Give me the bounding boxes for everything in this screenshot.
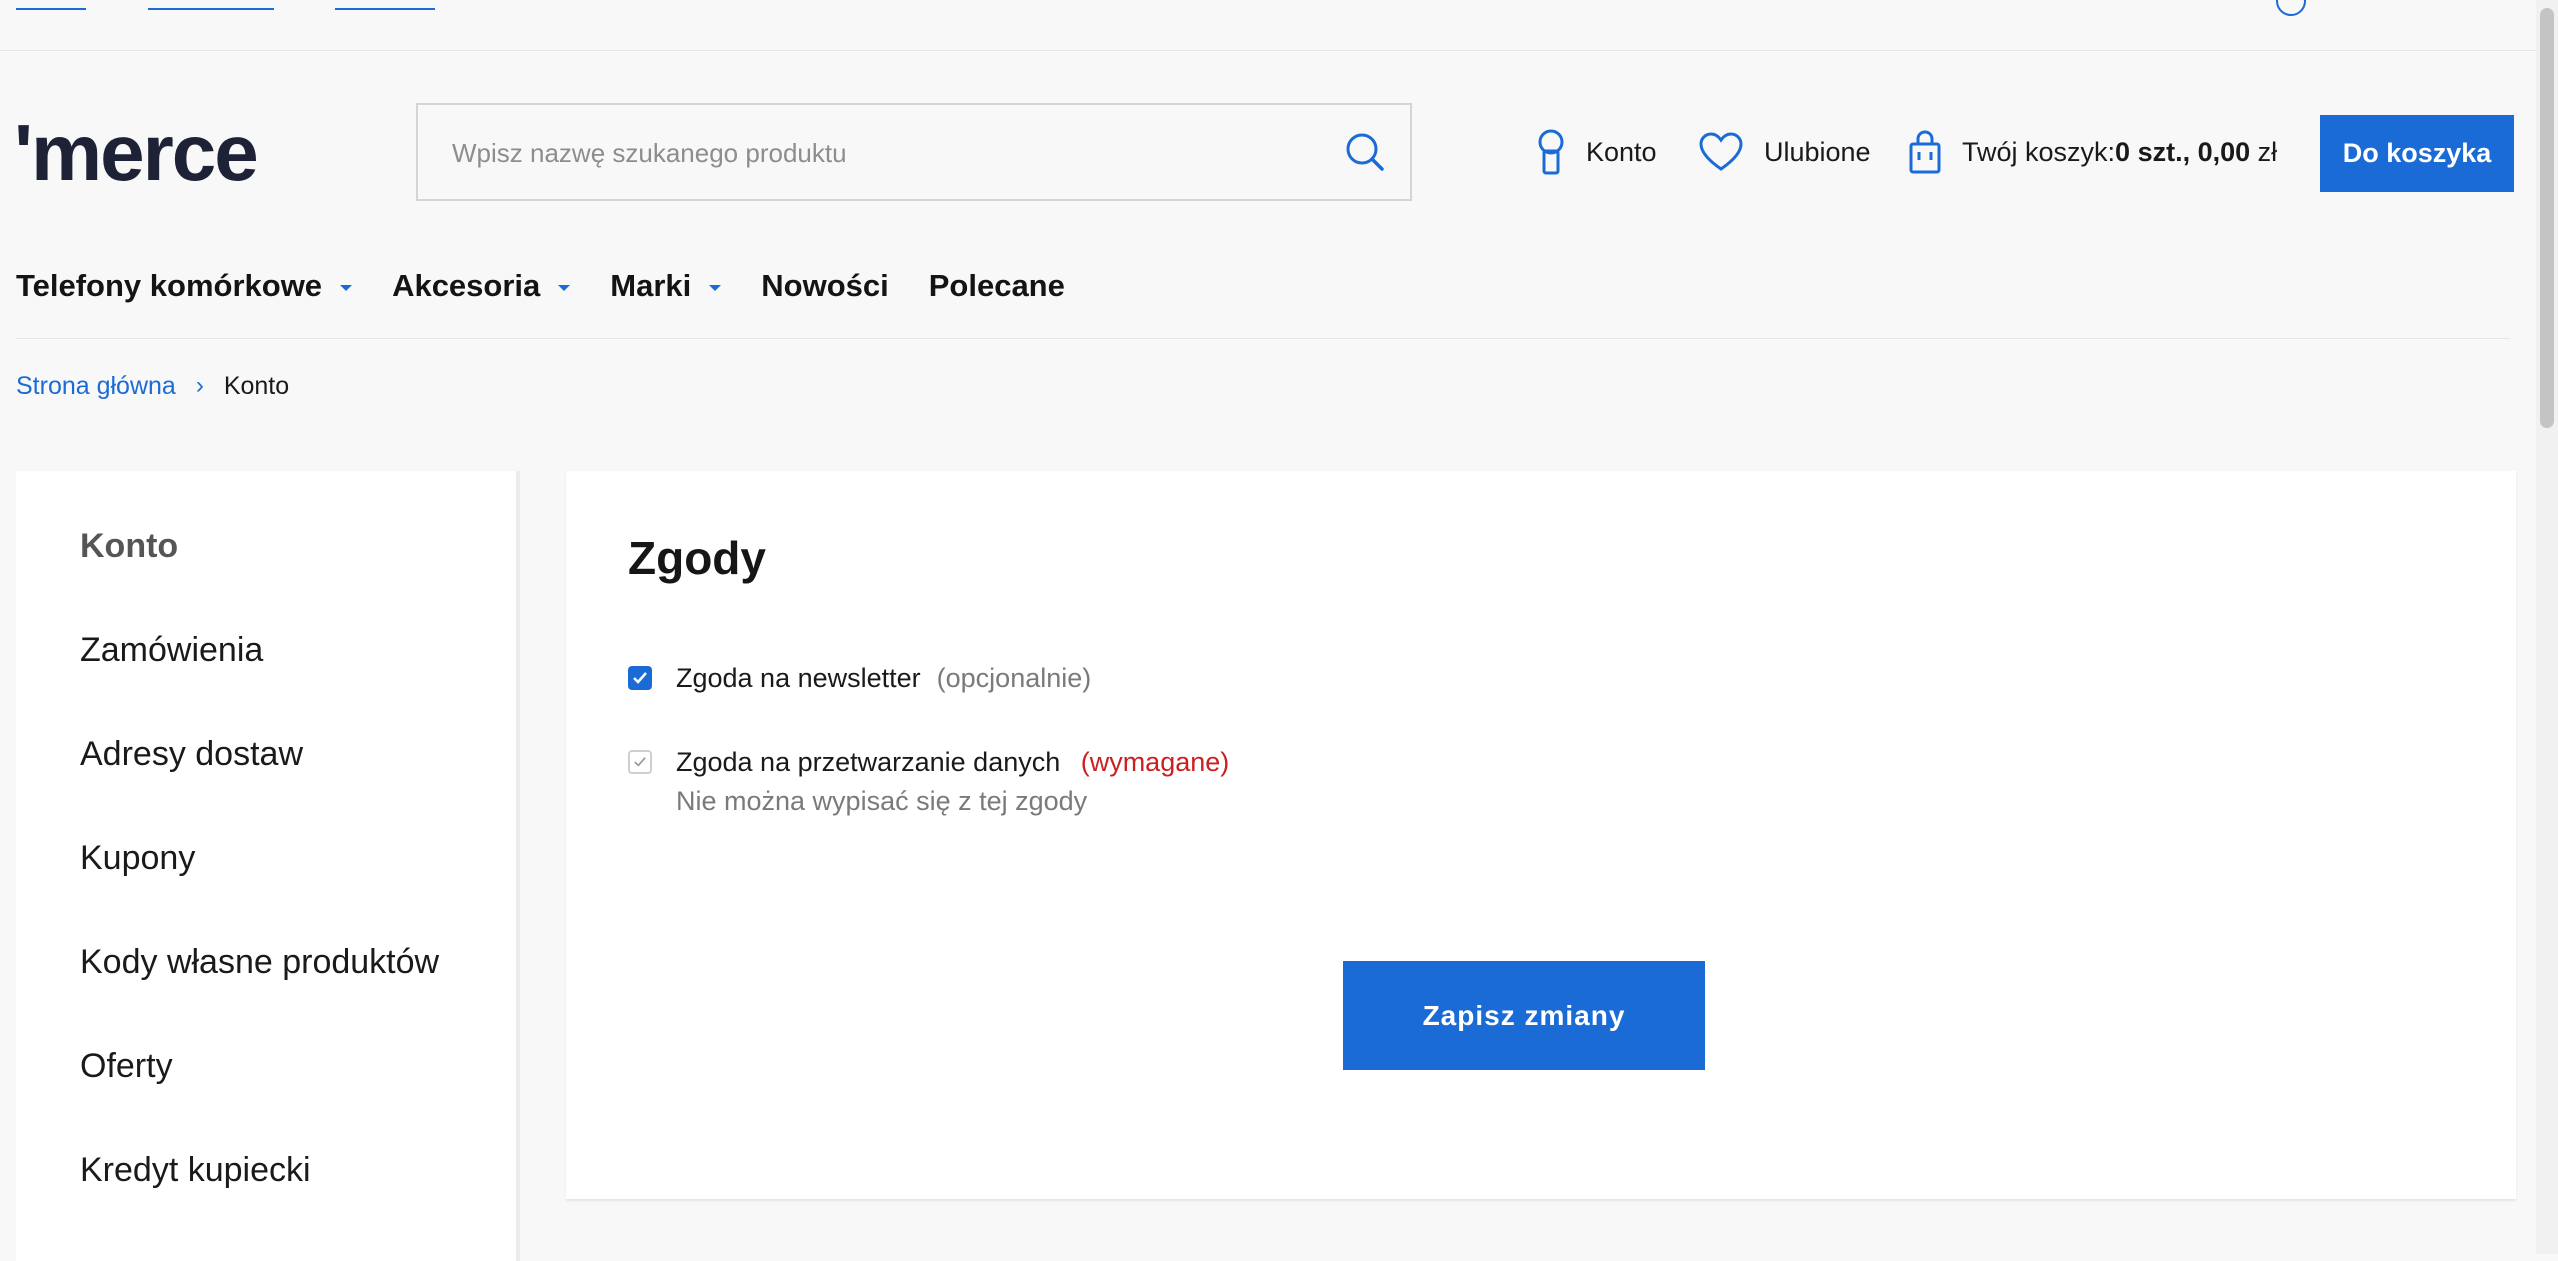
breadcrumb: Strona główna › Konto (16, 368, 289, 404)
page-title: Zgody (628, 532, 766, 584)
data-processing-note: Nie można wypisać się z tej zgody (676, 786, 1088, 816)
sidebar-item-offers[interactable]: Oferty (80, 1047, 173, 1086)
sidebar-item-account[interactable]: Konto (80, 527, 178, 566)
nav-item-recommended[interactable]: Polecane (929, 268, 1065, 304)
data-processing-checkbox (628, 750, 652, 774)
nav-label: Nowości (761, 268, 889, 303)
data-processing-text: Zgoda na przetwarzanie danych (wymagane)… (676, 747, 1229, 817)
account-link[interactable]: Konto (1536, 124, 1657, 180)
cart-currency: zł (2257, 136, 2278, 167)
data-processing-consent: Zgoda na przetwarzanie danych (wymagane)… (628, 747, 1229, 817)
checkmark-icon (633, 672, 647, 684)
scrollbar-thumb[interactable] (2540, 8, 2554, 428)
page-scrollbar[interactable] (2536, 0, 2558, 1254)
sidebar-item-orders[interactable]: Zamówienia (80, 631, 263, 670)
main-nav: Telefony komórkowe Akcesoria Marki Nowoś… (16, 258, 1105, 314)
nav-label: Marki (610, 268, 692, 303)
search-input[interactable] (450, 127, 1314, 179)
data-processing-label: Zgoda na przetwarzanie danych (676, 747, 1061, 777)
top-link-1[interactable] (16, 0, 86, 10)
search-icon[interactable] (1342, 129, 1388, 175)
search-box (416, 103, 1412, 201)
user-icon (1538, 129, 1564, 175)
nav-divider (16, 338, 2510, 339)
sidebar-item-addresses[interactable]: Adresy dostaw (80, 735, 303, 774)
sidebar-item-coupons[interactable]: Kupony (80, 839, 195, 878)
breadcrumb-current: Konto (223, 371, 290, 400)
account-sidebar: Konto Zamówienia Adresy dostaw Kupony Ko… (16, 471, 520, 1261)
nav-item-new[interactable]: Nowości (761, 268, 888, 304)
save-changes-button[interactable]: Zapisz zmiany (1343, 961, 1705, 1070)
cart-text: Twój koszyk:0 szt., 0,00 zł (1962, 137, 2277, 168)
go-to-cart-button[interactable]: Do koszyka (2320, 115, 2514, 192)
nav-item-accessories[interactable]: Akcesoria (392, 268, 571, 304)
top-link-2[interactable] (148, 0, 274, 10)
top-utility-bar (0, 0, 2540, 51)
cart-count: 0 szt., (2115, 136, 2191, 167)
heart-icon (1699, 132, 1743, 171)
newsletter-checkbox[interactable] (628, 666, 652, 690)
globe-icon[interactable] (2276, 0, 2306, 16)
nav-item-brands[interactable]: Marki (610, 268, 722, 304)
sidebar-item-product-codes[interactable]: Kody własne produktów (80, 943, 439, 982)
consents-panel: Zgody Zgoda na newsletter (opcjonalnie) … (566, 471, 2516, 1199)
sidebar-item-merchant-credit[interactable]: Kredyt kupiecki (80, 1151, 311, 1190)
caret-down-icon (340, 285, 353, 291)
shopping-bag-icon (1909, 130, 1941, 174)
account-label: Konto (1586, 136, 1657, 167)
caret-down-icon (558, 285, 571, 291)
nav-item-phones[interactable]: Telefony komórkowe (16, 268, 353, 304)
chevron-right-icon: › (195, 372, 204, 399)
nav-label: Akcesoria (392, 268, 541, 303)
favorites-label: Ulubione (1764, 136, 1871, 167)
optional-tag: (opcjonalnie) (936, 663, 1092, 693)
cart-summary[interactable]: Twój koszyk:0 szt., 0,00 zł (1908, 124, 2277, 180)
cart-total: 0,00 (2197, 136, 2251, 167)
brand-logo[interactable]: 'merce (14, 108, 259, 198)
newsletter-consent: Zgoda na newsletter (opcjonalnie) (628, 663, 1091, 694)
top-link-3[interactable] (335, 0, 435, 10)
nav-label: Telefony komórkowe (16, 268, 323, 303)
required-tag: (wymagane) (1080, 747, 1230, 777)
nav-label: Polecane (928, 268, 1065, 303)
caret-down-icon (709, 285, 722, 291)
checkmark-icon (634, 757, 646, 767)
newsletter-label: Zgoda na newsletter (676, 663, 921, 693)
breadcrumb-home[interactable]: Strona główna (16, 372, 176, 401)
favorites-link[interactable]: Ulubione (1698, 124, 1871, 180)
cart-prefix: Twój koszyk: (1962, 136, 2116, 167)
